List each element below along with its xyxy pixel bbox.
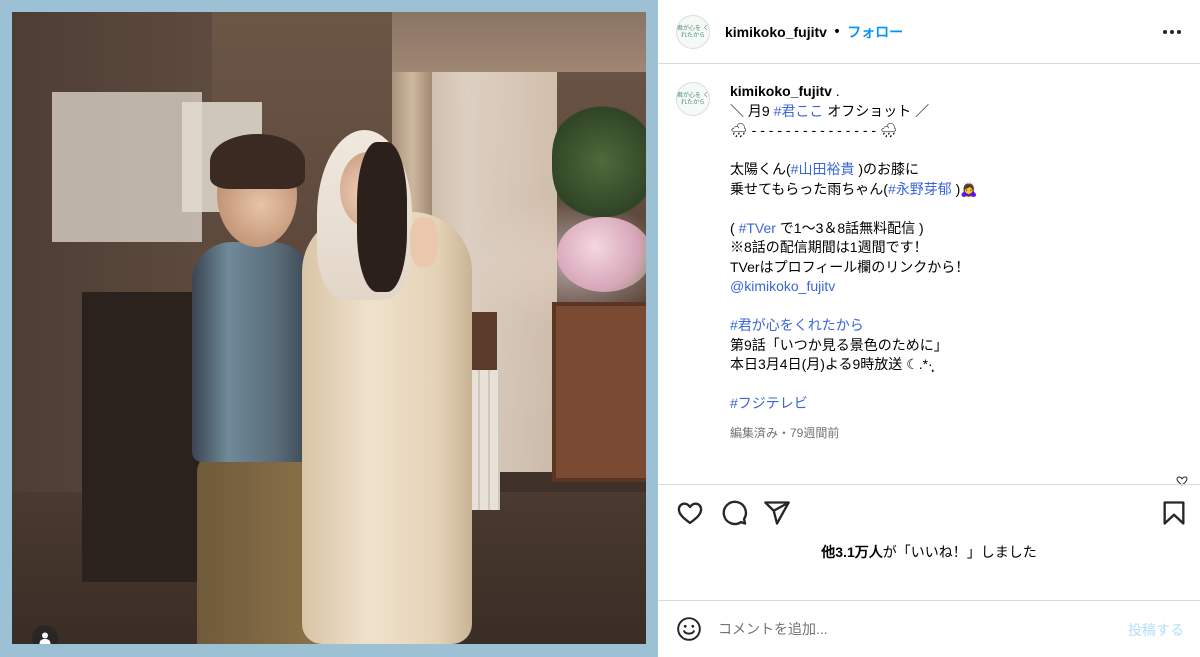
photo-wall-papers [52,92,202,242]
follow-button[interactable]: フォロー [847,22,903,42]
comment-bar: 投稿する [658,600,1200,657]
post-side-panel: 君が心を くれたから kimikoko_fujitv • フォロー 君が心を く… [658,0,1200,657]
photo-shelf [552,302,646,482]
caption-avatar[interactable]: 君が心を くれたから [676,82,710,116]
post-timestamp: 編集済み・79週間前 [730,425,840,440]
user-tag-icon[interactable] [32,625,58,644]
likes-summary[interactable]: 他3.1万人が「いいね！」しました [658,542,1200,562]
caption-username-suffix: . [831,83,840,99]
bookmark-icon[interactable] [1160,499,1188,527]
emoji-icon[interactable] [676,616,702,642]
photo-flowers [557,217,646,292]
avatar-logo-text: 君が心を くれたから [677,24,709,39]
photo-ceiling [392,12,646,72]
comment-icon[interactable] [720,499,748,527]
likes-count: 他3.1万人 [821,544,883,560]
viewer-frame: 君が心を くれたから kimikoko_fujitv • フォロー 君が心を く… [0,0,1200,657]
more-icon[interactable] [1160,22,1184,42]
user-tag-glyph [39,632,51,644]
caption-line-text: 乗せてもらった雨ちゃん( [730,180,888,197]
caption-line-text: ＼ 月9 [730,102,774,119]
avatar[interactable]: 君が心を くれたから [676,14,710,49]
action-bar [658,484,1200,540]
caption-text: kimikoko_fujitv . ＼ 月9 #君ここ オフショット ／ 🌧 -… [730,82,1180,443]
hashtag-link[interactable]: #君ここ [774,103,824,119]
caption-line-text: 太陽くん( [730,161,791,177]
post-comment-button[interactable]: 投稿する [1128,620,1184,640]
photo-person-man [192,242,312,462]
header-separator: • [832,23,842,40]
hashtag-link[interactable]: #フジテレビ [730,395,808,411]
header-username[interactable]: kimikoko_fujitv [725,24,827,40]
caption-line-text: ※8話の配信期間は1週間です！ [730,239,928,255]
post-photo[interactable] [12,12,646,644]
caption-line-text: )のお膝に [854,161,920,177]
caption-avatar-logo-text: 君が心を くれたから [677,92,709,106]
caption-line-text: 🌧 - - - - - - - - - - - - - - - 🌧 [730,122,898,138]
comment-input[interactable] [718,621,1108,637]
photo-person-woman-hair [357,142,407,292]
hashtag-link[interactable]: #君が心をくれたから [730,317,864,333]
photo-plant [552,102,646,222]
mention-link[interactable]: @kimikoko_fujitv [730,278,835,294]
caption-line-text: )🙇‍♀️ [951,180,978,197]
hashtag-link[interactable]: #永野芽郁 [888,181,952,197]
likes-suffix: が「いいね！」しました [882,544,1037,560]
caption-line-text: ( [730,219,739,236]
caption-line-text: TVerはプロフィール欄のリンクから！ [730,258,970,275]
heart-icon[interactable] [676,499,704,527]
caption-line-text: 本日3月4日(月)よる9時放送 ☾.*·̩͙ [730,356,933,372]
caption-line-text: で1〜3＆8話無料配信 ) [775,219,924,236]
photo-person-man-hair [210,134,305,189]
share-icon[interactable] [763,499,791,527]
caption-block: 君が心を くれたから kimikoko_fujitv . ＼ 月9 #君ここ オ… [676,82,1186,443]
caption-username[interactable]: kimikoko_fujitv [730,83,832,99]
photo-peace-sign [410,217,438,267]
hashtag-link[interactable]: #山田裕貴 [791,161,855,177]
hashtag-link[interactable]: #TVer [739,220,776,236]
caption-line-text: オフショット ／ [823,102,930,119]
post-header: 君が心を くれたから kimikoko_fujitv • フォロー [658,0,1200,64]
caption-line-text: 第9話「いつか見る景色のために」 [730,336,948,353]
